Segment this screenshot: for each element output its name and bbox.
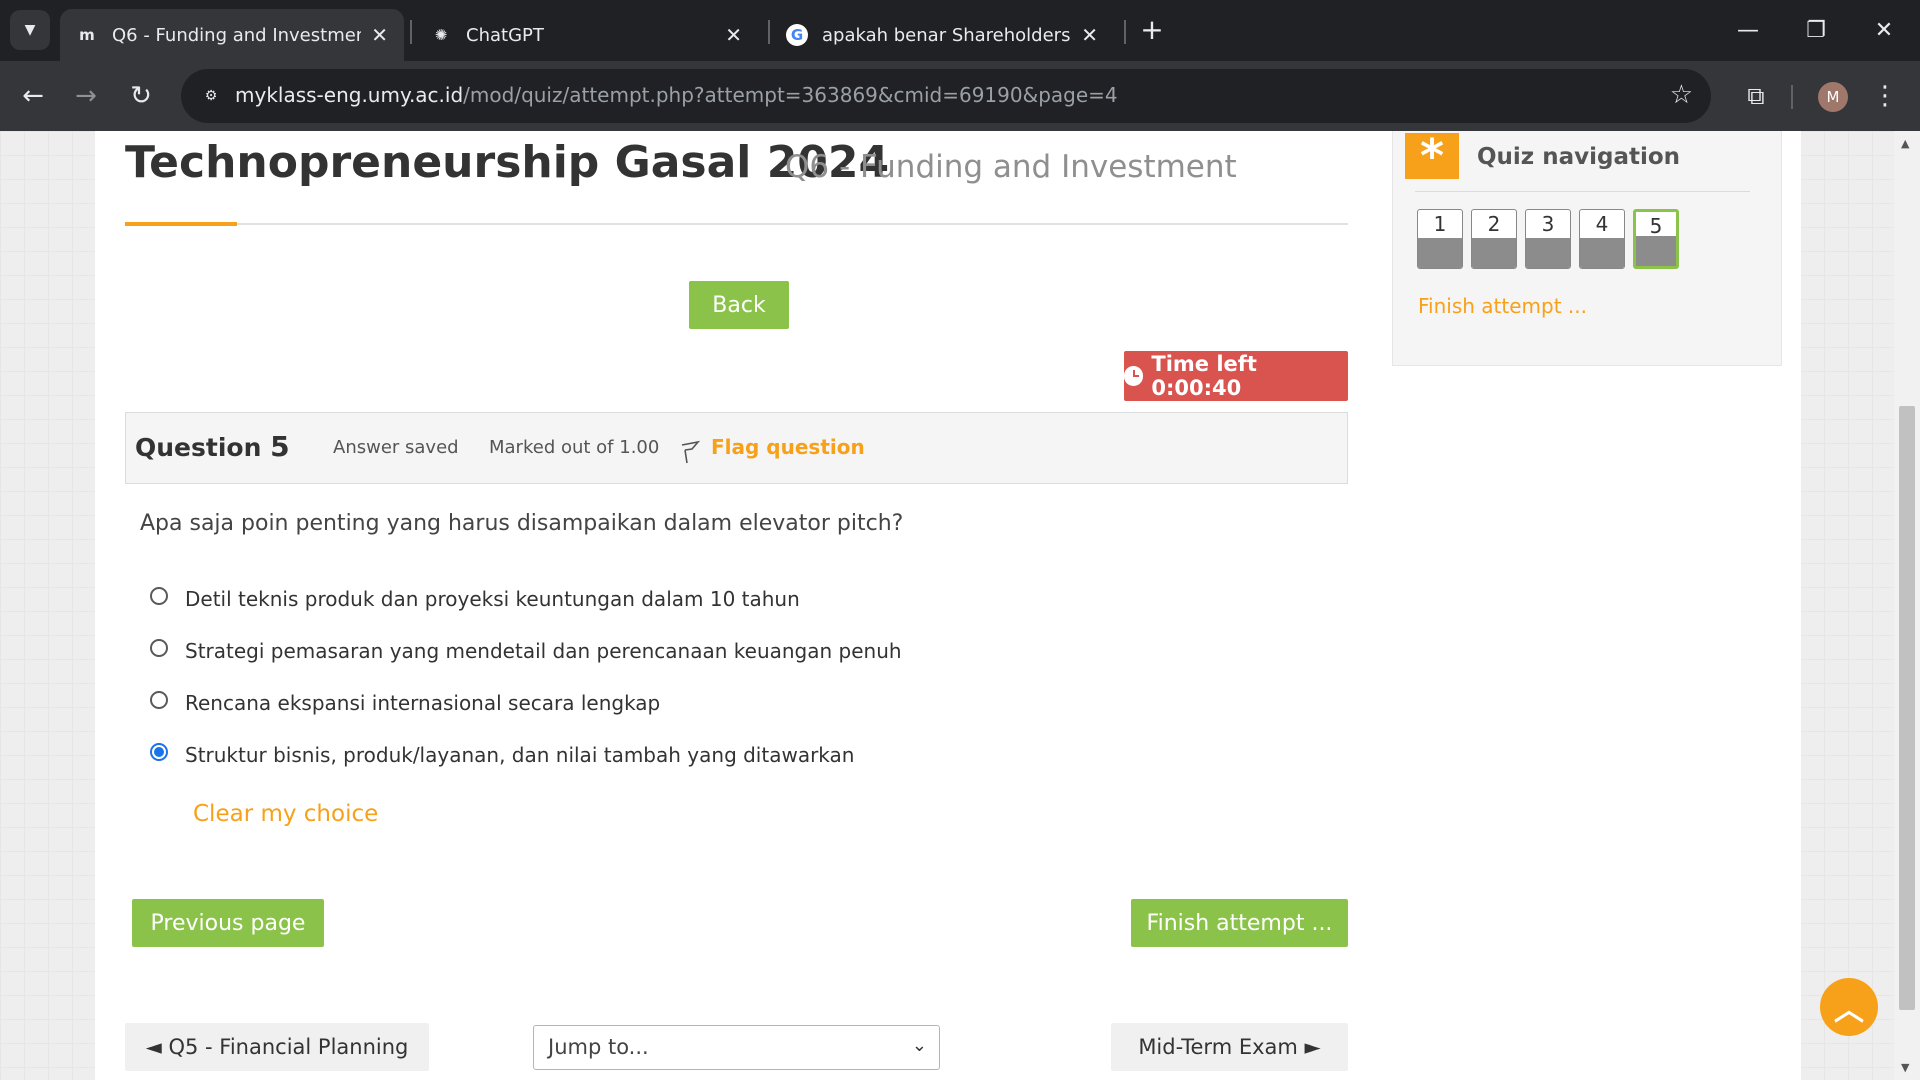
tab-search-button[interactable]: ▼ bbox=[10, 10, 50, 50]
radio-button-selected[interactable] bbox=[150, 743, 168, 761]
back-button[interactable]: Back bbox=[689, 281, 789, 329]
question-number: Question 5 bbox=[135, 430, 290, 463]
tab-title: apakah benar Shareholders' equ bbox=[822, 24, 1072, 46]
page-content: Technopreneurship Gasal 2024 Q6 - Fundin… bbox=[95, 131, 1801, 1080]
quiz-navigation-block: * Quiz navigation 1 2 3 4 5 Finish attem… bbox=[1392, 131, 1782, 366]
quiz-nav-question-2[interactable]: 2 bbox=[1471, 209, 1517, 269]
close-window-icon[interactable]: ✕ bbox=[1864, 10, 1904, 50]
tab-title: ChatGPT bbox=[466, 24, 544, 46]
bookmark-star-icon[interactable]: ☆ bbox=[1670, 80, 1693, 110]
minimize-icon[interactable]: — bbox=[1728, 10, 1768, 50]
header-divider bbox=[125, 223, 1348, 225]
scroll-thumb[interactable] bbox=[1899, 406, 1915, 1010]
clear-choice-link[interactable]: Clear my choice bbox=[193, 801, 378, 827]
question-text: Apa saja poin penting yang harus disampa… bbox=[140, 511, 904, 536]
moodle-favicon-icon: m bbox=[79, 26, 95, 44]
browser-menu-icon[interactable]: ⋮ bbox=[1870, 77, 1900, 115]
tab-quiz[interactable]: m Q6 - Funding and Investment (p ✕ bbox=[60, 9, 404, 61]
page-scrollbar[interactable]: ▲ ▼ bbox=[1894, 131, 1920, 1080]
new-tab-button[interactable]: + bbox=[1137, 13, 1167, 47]
question-state: Answer saved bbox=[333, 437, 459, 458]
radio-button[interactable] bbox=[150, 587, 168, 605]
timer-text: Time left 0:00:40 bbox=[1151, 352, 1257, 400]
chevron-down-icon: ⌄ bbox=[911, 1035, 927, 1056]
answer-label[interactable]: Strategi pemasaran yang mendetail dan pe… bbox=[185, 639, 902, 663]
browser-tab-strip: ▼ m Q6 - Funding and Investment (p ✕ ✺ C… bbox=[0, 0, 1920, 61]
quiz-timer: Time left 0:00:40 bbox=[1124, 351, 1348, 401]
site-info-icon[interactable]: ⚙ bbox=[197, 82, 225, 110]
radio-button[interactable] bbox=[150, 639, 168, 657]
jump-to-select[interactable]: Jump to... ⌄ bbox=[533, 1025, 940, 1070]
forward-arrow-icon[interactable]: → bbox=[67, 77, 105, 115]
answer-label[interactable]: Struktur bisnis, produk/layanan, dan nil… bbox=[185, 743, 854, 767]
answer-label[interactable]: Detil teknis produk dan proyeksi keuntun… bbox=[185, 587, 800, 611]
back-to-top-button[interactable]: ︿ bbox=[1820, 978, 1878, 1036]
nav-finish-attempt-link[interactable]: Finish attempt ... bbox=[1418, 294, 1587, 318]
browser-toolbar: ← → ↻ ⚙ myklass-eng.umy.ac.id/mod/quiz/a… bbox=[0, 61, 1920, 131]
answer-option[interactable]: Struktur bisnis, produk/layanan, dan nil… bbox=[150, 737, 854, 767]
close-tab-icon[interactable]: ✕ bbox=[371, 23, 388, 47]
scroll-down-icon[interactable]: ▼ bbox=[1901, 1061, 1909, 1074]
answer-option[interactable]: Detil teknis produk dan proyeksi keuntun… bbox=[150, 581, 800, 611]
extensions-icon[interactable]: ⧉ bbox=[1737, 77, 1775, 115]
flag-icon[interactable] bbox=[679, 439, 701, 465]
profile-avatar[interactable]: M bbox=[1818, 82, 1848, 112]
quiz-nav-question-4[interactable]: 4 bbox=[1579, 209, 1625, 269]
jump-to-value: Jump to... bbox=[548, 1035, 649, 1059]
tab-chatgpt[interactable]: ✺ ChatGPT ✕ bbox=[414, 9, 758, 61]
address-bar[interactable]: ⚙ myklass-eng.umy.ac.id/mod/quiz/attempt… bbox=[181, 69, 1711, 123]
close-tab-icon[interactable]: ✕ bbox=[725, 23, 742, 47]
restore-icon[interactable]: ❐ bbox=[1796, 10, 1836, 50]
page-viewport: Technopreneurship Gasal 2024 Q6 - Fundin… bbox=[0, 131, 1920, 1080]
previous-page-button[interactable]: Previous page bbox=[132, 899, 324, 947]
toolbar-divider bbox=[1791, 85, 1793, 109]
finish-attempt-button[interactable]: Finish attempt ... bbox=[1131, 899, 1348, 947]
google-favicon-icon: G bbox=[786, 24, 808, 46]
answer-option[interactable]: Rencana ekspansi internasional secara le… bbox=[150, 685, 660, 715]
quiz-nav-question-5-current[interactable]: 5 bbox=[1633, 209, 1679, 269]
nav-divider bbox=[1415, 191, 1750, 192]
tab-separator bbox=[1124, 20, 1126, 44]
answer-option[interactable]: Strategi pemasaran yang mendetail dan pe… bbox=[150, 633, 902, 663]
quiz-nav-question-3[interactable]: 3 bbox=[1525, 209, 1571, 269]
question-grade: Marked out of 1.00 bbox=[489, 437, 660, 458]
flag-question-link[interactable]: Flag question bbox=[711, 435, 865, 459]
tab-separator bbox=[410, 20, 412, 44]
next-activity-link[interactable]: Mid-Term Exam ► bbox=[1111, 1023, 1348, 1071]
url-text[interactable]: myklass-eng.umy.ac.id/mod/quiz/attempt.p… bbox=[235, 83, 1118, 107]
back-arrow-icon[interactable]: ← bbox=[14, 77, 52, 115]
clock-icon bbox=[1124, 366, 1144, 386]
quiz-title: Q6 - Funding and Investment bbox=[785, 149, 1237, 185]
reload-icon[interactable]: ↻ bbox=[122, 77, 160, 115]
radio-button[interactable] bbox=[150, 691, 168, 709]
tab-google-search[interactable]: G apakah benar Shareholders' equ ✕ bbox=[770, 9, 1114, 61]
quiz-nav-question-1[interactable]: 1 bbox=[1417, 209, 1463, 269]
scroll-up-icon[interactable]: ▲ bbox=[1901, 137, 1909, 150]
course-title: Technopreneurship Gasal 2024 bbox=[125, 137, 890, 188]
asterisk-icon: * bbox=[1405, 131, 1459, 183]
answer-label[interactable]: Rencana ekspansi internasional secara le… bbox=[185, 691, 660, 715]
header-accent-bar bbox=[125, 222, 237, 226]
question-info-bar: Question 5 Answer saved Marked out of 1.… bbox=[125, 412, 1348, 484]
close-tab-icon[interactable]: ✕ bbox=[1081, 23, 1098, 47]
quiz-navigation-title: Quiz navigation bbox=[1477, 144, 1681, 170]
previous-activity-link[interactable]: ◄ Q5 - Financial Planning bbox=[125, 1023, 429, 1071]
chatgpt-favicon-icon: ✺ bbox=[434, 26, 448, 44]
tab-title: Q6 - Funding and Investment (p bbox=[112, 24, 361, 46]
